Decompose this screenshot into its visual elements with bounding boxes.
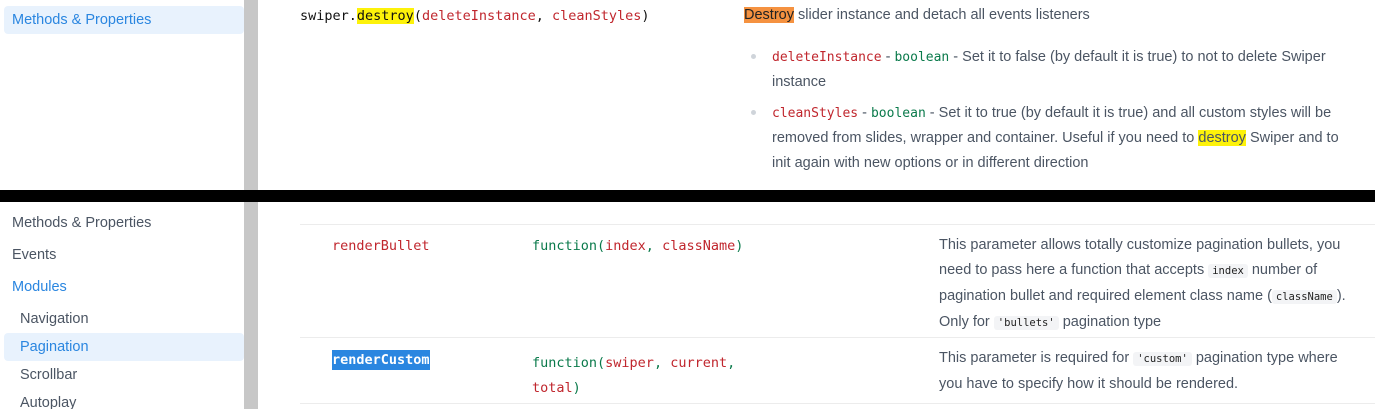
sidebar-item-scrollbar[interactable]: Scrollbar bbox=[4, 361, 244, 389]
type-fn: function( bbox=[532, 238, 606, 254]
param-name: deleteInstance bbox=[772, 50, 882, 65]
bullet-icon bbox=[751, 110, 756, 115]
method-arg-deleteinstance: deleteInstance bbox=[421, 8, 536, 24]
type-arg: current bbox=[670, 355, 728, 371]
method-summary: Destroy slider instance and detach all e… bbox=[744, 3, 1090, 28]
desc-line: pagination type bbox=[1058, 314, 1162, 330]
param-desc-line2a: removed from slides, wrapper and contain… bbox=[772, 130, 1199, 146]
inline-code: 'custom' bbox=[1133, 352, 1192, 366]
param-desc-highlight: destroy bbox=[1198, 130, 1246, 146]
inline-code: 'bullets' bbox=[993, 316, 1059, 330]
param-desc-renderbullet: This parameter allows totally customize … bbox=[939, 233, 1346, 336]
desc-line: This parameter allows totally customize … bbox=[939, 237, 1341, 253]
row-divider bbox=[300, 224, 1375, 225]
param-desc-line1: - Set it to false (by default it is true… bbox=[949, 49, 1326, 65]
desc-line: you have to specify how it should be ren… bbox=[939, 376, 1239, 392]
type-sep: , bbox=[653, 355, 671, 371]
desc-line: pagination type where bbox=[1191, 350, 1338, 366]
method-arg-cleanstyles: cleanStyles bbox=[552, 8, 642, 24]
bottom-panel: Methods & Properties Events Modules Navi… bbox=[0, 202, 1375, 409]
param-type: boolean bbox=[870, 106, 926, 121]
desc-line: number of bbox=[1247, 262, 1318, 278]
method-object: swiper. bbox=[300, 8, 357, 24]
param-type-renderbullet: function(index, className) bbox=[532, 238, 743, 254]
sidebar: Methods & Properties Events Modules Navi… bbox=[0, 202, 244, 409]
row-divider bbox=[300, 403, 1375, 404]
screenshot-divider bbox=[0, 190, 1375, 202]
type-close: ) bbox=[572, 380, 581, 396]
param-type: boolean bbox=[894, 50, 950, 65]
sidebar-item-autoplay[interactable]: Autoplay bbox=[4, 389, 244, 409]
type-fn: function( bbox=[532, 355, 606, 371]
method-open-paren: ( bbox=[413, 8, 422, 24]
param-name-renderbullet: renderBullet bbox=[332, 238, 430, 254]
method-close-paren: ) bbox=[641, 8, 650, 24]
method-arg-separator: , bbox=[535, 8, 553, 24]
sidebar-item-pagination[interactable]: Pagination bbox=[4, 333, 244, 361]
param-desc-line1: - Set it to true (by default it is true)… bbox=[925, 105, 1332, 121]
sidebar-item-methods-properties[interactable]: Methods & Properties bbox=[4, 6, 244, 34]
param-desc-line3: init again with new options or in differ… bbox=[772, 155, 1089, 171]
desc-line: Only for bbox=[939, 314, 994, 330]
sidebar-item-events[interactable]: Events bbox=[4, 241, 244, 269]
type-arg: swiper bbox=[605, 355, 654, 371]
sidebar-item-modules[interactable]: Modules bbox=[4, 273, 244, 301]
sidebar-scrollbar[interactable] bbox=[244, 202, 258, 409]
summary-text: slider instance and detach all events li… bbox=[793, 7, 1090, 23]
method-signature: swiper.destroy(deleteInstance, cleanStyl… bbox=[300, 8, 650, 24]
type-sep: , bbox=[645, 238, 663, 254]
summary-highlight: Destroy bbox=[744, 7, 794, 23]
top-panel: Methods & Properties swiper.destroy(dele… bbox=[0, 0, 1375, 190]
param-desc-rendercustom: This parameter is required for 'custom' … bbox=[939, 346, 1338, 397]
sidebar-item-navigation[interactable]: Navigation bbox=[4, 305, 244, 333]
param-name: cleanStyles bbox=[772, 106, 859, 121]
inline-code: index bbox=[1208, 264, 1248, 278]
type-arg: total bbox=[532, 380, 573, 396]
param-desc-line2b: Swiper and to bbox=[1245, 130, 1339, 146]
param-type-rendercustom: function(swiper, current, total) bbox=[532, 351, 735, 401]
desc-line: ). bbox=[1336, 288, 1346, 304]
param-deleteinstance: deleteInstance - boolean - Set it to fal… bbox=[772, 45, 1326, 95]
param-desc-line2: instance bbox=[772, 74, 827, 90]
desc-line: This parameter is required for bbox=[939, 350, 1134, 366]
type-close: ) bbox=[735, 238, 744, 254]
desc-line: need to pass here a function that accept… bbox=[939, 262, 1209, 278]
inline-code: className bbox=[1271, 290, 1337, 304]
sidebar-item-methods-properties[interactable]: Methods & Properties bbox=[4, 209, 244, 237]
param-cleanstyles: cleanStyles - boolean - Set it to true (… bbox=[772, 101, 1339, 176]
desc-line: pagination bullet and required element c… bbox=[939, 288, 1272, 304]
method-name: destroy bbox=[356, 8, 414, 24]
type-arg: className bbox=[662, 238, 736, 254]
type-arg: index bbox=[605, 238, 646, 254]
sidebar: Methods & Properties bbox=[0, 0, 244, 190]
row-divider bbox=[300, 337, 1375, 338]
bullet-icon bbox=[751, 54, 756, 59]
param-name-rendercustom[interactable]: renderCustom bbox=[332, 350, 430, 370]
param-dash: - bbox=[858, 105, 871, 121]
param-dash: - bbox=[881, 49, 895, 65]
type-sep: , bbox=[727, 355, 736, 371]
sidebar-scrollbar[interactable] bbox=[244, 0, 258, 190]
